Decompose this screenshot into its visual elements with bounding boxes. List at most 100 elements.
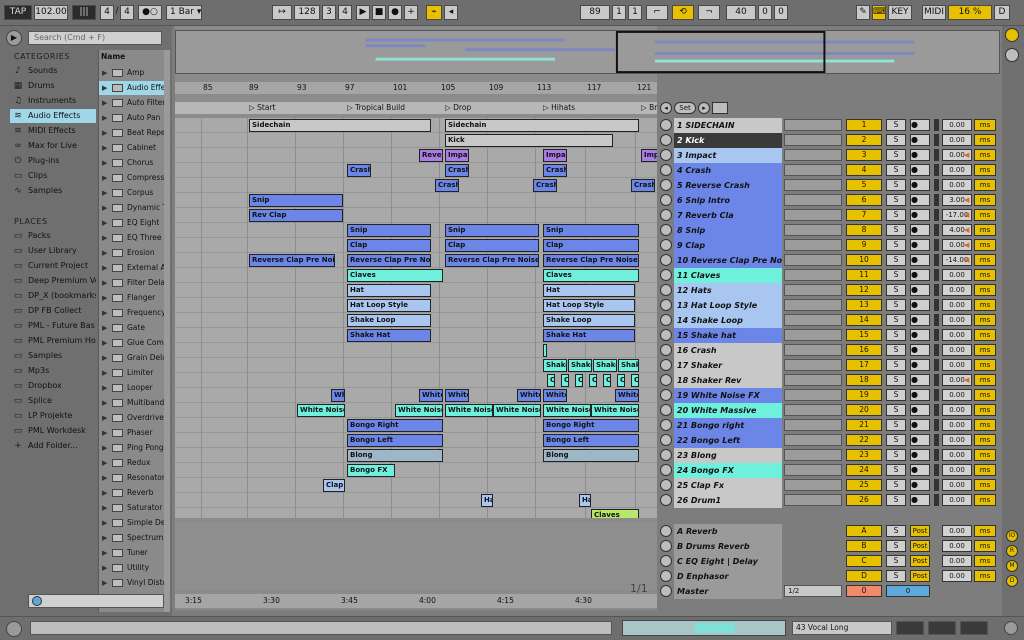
track-volume[interactable]: 0.00 <box>942 344 972 356</box>
return-volume[interactable]: 0.00 <box>942 555 972 567</box>
search-input[interactable]: Search (Cmd + F) <box>28 31 162 45</box>
track-activator[interactable]: 3 <box>846 149 882 161</box>
track-volume[interactable]: 0.00 <box>942 434 972 446</box>
clip[interactable]: Shake <box>543 359 567 372</box>
track-name[interactable]: 23 Blong <box>674 448 782 463</box>
track-clip-slot[interactable] <box>784 359 842 371</box>
track-name[interactable]: 6 Snip Intro <box>674 193 782 208</box>
return-delay-unit[interactable]: ms <box>974 525 996 537</box>
arm-button[interactable]: ● <box>910 179 930 191</box>
track-activator[interactable]: 18 <box>846 374 882 386</box>
track-name[interactable]: 8 Snip <box>674 223 782 238</box>
loop-length-bar[interactable]: 40 <box>726 5 756 20</box>
track-activator[interactable]: 9 <box>846 239 882 251</box>
track-activator[interactable]: 1 <box>846 119 882 131</box>
loop-start-sixteenth[interactable]: 1 <box>628 5 642 20</box>
loop-length-sixteenth[interactable]: 0 <box>774 5 788 20</box>
detail-view-toggle[interactable] <box>960 621 988 635</box>
expand-triangle-icon[interactable]: ▶ <box>102 96 107 110</box>
file-item[interactable]: ▶ Overdrive <box>99 411 164 425</box>
expand-triangle-icon[interactable]: ▶ <box>102 156 107 170</box>
track-play-icon[interactable] <box>660 389 672 401</box>
expand-triangle-icon[interactable]: ▶ <box>102 426 107 440</box>
track-name[interactable]: 19 White Noise FX <box>674 388 782 403</box>
clip[interactable]: White Noise <box>493 404 541 417</box>
track-volume[interactable]: 0.00 <box>942 449 972 461</box>
category-max-for-live[interactable]: ∞ Max for Live <box>10 139 96 153</box>
solo-button[interactable]: S <box>886 119 906 131</box>
solo-button[interactable]: S <box>886 494 906 506</box>
track-clip-slot[interactable] <box>784 164 842 176</box>
arm-button[interactable]: ● <box>910 464 930 476</box>
track-header[interactable]: 2 Kick 2 S ● 0.00 ms <box>660 133 1000 148</box>
category-midi-effects[interactable]: ≋ MIDI Effects <box>10 124 96 138</box>
track-header[interactable]: 4 Crash 4 S ● 0.00 ms <box>660 163 1000 178</box>
detail-scroll-thumb[interactable] <box>695 623 735 633</box>
category-plug-ins[interactable]: ⏻ Plug-ins <box>10 154 96 168</box>
clip[interactable]: White Noise <box>591 404 639 417</box>
post-button[interactable]: Post <box>910 555 930 567</box>
place-item[interactable]: ▭ LP Projekte <box>10 409 96 423</box>
master-name[interactable]: Master <box>674 584 782 599</box>
file-item[interactable]: ▶ Amp <box>99 66 164 80</box>
track-header[interactable]: 5 Reverse Crash 5 S ● 0.00 ms <box>660 178 1000 193</box>
locator-marker[interactable]: ▷ Br <box>641 102 657 114</box>
track-clip-slot[interactable] <box>784 449 842 461</box>
track-play-icon[interactable] <box>660 419 672 431</box>
track-delay-unit[interactable]: ms <box>974 179 996 191</box>
track-delay-unit[interactable]: ms <box>974 374 996 386</box>
clip[interactable]: Snip <box>347 224 431 237</box>
solo-button[interactable]: S <box>886 224 906 236</box>
clip[interactable]: C <box>617 374 625 387</box>
track-delay-unit[interactable]: ms <box>974 299 996 311</box>
file-item[interactable]: ▶ Phaser <box>99 426 164 440</box>
track-volume[interactable]: 0.00 <box>942 179 972 191</box>
clip[interactable]: C <box>543 344 547 357</box>
clip[interactable]: Claves <box>543 269 639 282</box>
file-item[interactable]: ▶ Cabinet <box>99 141 164 155</box>
return-track-header[interactable]: A Reverb A S Post 0.00 ms <box>660 524 1000 539</box>
clip[interactable]: Crash <box>533 179 557 192</box>
arm-button[interactable]: ● <box>910 494 930 506</box>
file-item[interactable]: ▶ Looper <box>99 381 164 395</box>
locator-marker[interactable]: ▷ Tropical Build <box>347 102 405 114</box>
track-play-icon[interactable] <box>660 224 672 236</box>
expand-triangle-icon[interactable]: ▶ <box>102 66 107 80</box>
track-play-icon[interactable] <box>660 359 672 371</box>
clip[interactable]: Bongo FX <box>347 464 395 477</box>
draw-mode-icon[interactable]: ✎ <box>856 5 870 20</box>
track-delay-unit[interactable]: ms <box>974 479 996 491</box>
track-clip-slot[interactable] <box>784 299 842 311</box>
solo-button[interactable]: S <box>886 464 906 476</box>
expand-triangle-icon[interactable]: ▶ <box>102 456 107 470</box>
computer-keyboard-icon[interactable]: ⌨ <box>872 5 886 20</box>
clip[interactable]: Hat <box>347 284 431 297</box>
track-clip-slot[interactable] <box>784 194 842 206</box>
place-item[interactable]: ▭ PML Workdesk <box>10 424 96 438</box>
clip[interactable]: Clap <box>347 239 431 252</box>
metronome-icon[interactable]: ||| <box>72 5 96 20</box>
clip[interactable]: Bongo Right <box>347 419 443 432</box>
track-play-icon[interactable] <box>660 344 672 356</box>
time-ruler[interactable]: 3:15 3:30 3:45 4:00 4:15 4:30 <box>175 594 657 608</box>
side-toggle-io[interactable]: IO <box>1006 530 1018 542</box>
track-activator[interactable]: 10 <box>846 254 882 266</box>
back-to-arrangement-icon[interactable]: ◂ <box>444 5 458 20</box>
clip[interactable]: Reverse <box>419 149 443 162</box>
file-item[interactable]: ▶ Compressor <box>99 171 164 185</box>
position-bar-field[interactable]: 128 <box>294 5 320 20</box>
side-toggle-r[interactable]: R <box>1006 545 1018 557</box>
file-item[interactable]: ▶ Utility <box>99 561 164 575</box>
category-instruments[interactable]: ♫ Instruments <box>10 94 96 108</box>
file-item[interactable]: ▶ Spectrum <box>99 531 164 545</box>
track-delay-unit[interactable]: ms <box>974 314 996 326</box>
clip[interactable]: White <box>445 389 469 402</box>
track-name[interactable]: 24 Bongo FX <box>674 463 782 478</box>
locator-prev-icon[interactable]: ◂ <box>660 102 672 114</box>
track-clip-slot[interactable] <box>784 389 842 401</box>
track-name[interactable]: 4 Crash <box>674 163 782 178</box>
expand-triangle-icon[interactable]: ▶ <box>102 306 107 320</box>
solo-button[interactable]: S <box>886 389 906 401</box>
stop-button[interactable]: ■ <box>372 5 386 20</box>
punch-out-icon[interactable]: ¬ <box>698 5 720 20</box>
